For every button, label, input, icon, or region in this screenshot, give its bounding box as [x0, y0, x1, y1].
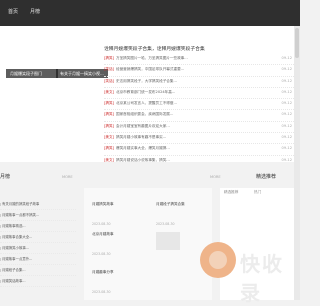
list-item[interactable]: 有关月嫂的搞笑段子故事 — [0, 199, 76, 210]
card-title-3[interactable]: 北京月嫂故事 — [92, 232, 144, 237]
list-item[interactable]: [笑话] 史志用搞笑段子，大学搞笑段子合集... 09-12 — [104, 77, 296, 88]
item-date: 09-12 — [281, 123, 292, 128]
slide-caption-1[interactable]: 月嫂爆笑段子图门 — [6, 69, 58, 78]
bullet-icon — [0, 236, 1, 239]
vertical-scrollbar[interactable] — [294, 26, 300, 300]
bullet-icon — [0, 280, 1, 283]
scrollbar-thumb[interactable] — [295, 28, 299, 58]
slide-caption-2[interactable]: 有关于月嫂一搞笑小视... — [56, 69, 108, 78]
nav-home[interactable]: 首页 — [8, 8, 18, 15]
tab-featured[interactable]: 精选推荐 — [224, 190, 238, 195]
right-more-link[interactable]: MORE — [210, 175, 221, 179]
list-item[interactable]: 月嫂段子合集... — [0, 265, 76, 276]
item-category: [搞笑] — [104, 56, 114, 60]
item-title[interactable]: 爆笑月嫂实事大全，爆笑月嫂搞... — [116, 146, 266, 151]
item-title[interactable]: 有关月嫂的搞笑段子故事 — [2, 201, 62, 206]
list-item[interactable]: [搞笑] 北京某公司发言人，提醒员工不得做... 09-12 — [104, 99, 296, 111]
item-title[interactable]: 月嫂故事合集大全... — [2, 234, 62, 239]
list-item[interactable]: [笑话] 经营营销爆搞笑，中国足球队开幕式重要... 09-12 — [104, 65, 296, 77]
item-title[interactable]: 万圣搞笑图片一哈，万圣搞笑图片一些故事... — [116, 56, 266, 61]
item-category: [搞笑] — [104, 123, 114, 128]
list-item[interactable]: [搞笑] 国家首相组织委会，疾病国际发展... 09-12 — [104, 110, 296, 122]
item-title[interactable]: 史志用搞笑段子，大学搞笑段子合集... — [116, 79, 266, 84]
item-date: 09-12 — [281, 101, 292, 106]
item-category: [美文] — [104, 135, 114, 140]
item-category: [搞笑] — [104, 146, 114, 151]
item-title[interactable]: 月嫂搞笑小故事... — [2, 245, 62, 250]
list-item[interactable]: 月嫂搞笑小故事... — [0, 243, 76, 254]
item-title[interactable]: 北京市教育部门统一发布2024年高... — [116, 90, 266, 95]
tab-hot[interactable]: 热门 — [254, 190, 261, 195]
list-item[interactable]: 月嫂故事精选... — [0, 221, 76, 232]
watermark-text: 快收录 — [240, 252, 284, 305]
left-section-title: 月榜 — [0, 174, 11, 180]
item-title[interactable]: 月嫂段子合集... — [2, 267, 62, 272]
list-item[interactable]: 月嫂故事合集大全... — [0, 232, 76, 243]
item-title[interactable]: 经营营销爆搞笑，中国足球队开幕式重要... — [116, 67, 266, 72]
item-date: 09-12 — [281, 112, 292, 117]
list-item[interactable]: [搞笑] 爆笑月嫂实事大全，爆笑月嫂搞... 09-12 — [104, 144, 296, 156]
watermark-logo-inner — [209, 251, 227, 269]
list-item[interactable]: 月嫂笑话故事... — [0, 276, 76, 287]
card-title-2[interactable]: 月嫂段子搞笑合集 — [156, 202, 208, 207]
nav-monthly[interactable]: 月榜 — [30, 8, 40, 15]
top-nav: 首页 月榜 — [0, 0, 300, 26]
list-item[interactable]: [美文] 北京市教育部门统一发布2024年高... 09-12 — [104, 88, 296, 100]
item-date: 09-12 — [281, 135, 292, 140]
bullet-icon — [0, 203, 1, 206]
item-title[interactable]: 月嫂故事一点意外... — [2, 256, 62, 261]
bullet-icon — [0, 225, 1, 228]
center-cards: 月嫂搞笑故事 2023-08-30 月嫂段子搞笑合集 2023-08-30 北京… — [84, 188, 212, 300]
card-meta-2: 2023-08-30 — [156, 222, 175, 226]
list-item[interactable]: 月嫂故事一点都不搞笑... — [0, 210, 76, 221]
item-category: [美文] — [104, 89, 114, 94]
latest-list: [搞笑] 万圣搞笑图片一哈，万圣搞笑图片一些故事... 09-12 [笑话] 经… — [104, 54, 296, 167]
item-title[interactable]: 北京某公司发言人，提醒员工不得做... — [116, 101, 266, 106]
bullet-icon — [0, 258, 1, 261]
bullet-icon — [0, 247, 1, 250]
item-category: [搞笑] — [104, 101, 114, 106]
card-thumbnail[interactable] — [156, 232, 180, 250]
item-title[interactable]: 月嫂故事精选... — [2, 223, 62, 228]
card-meta-1: 2023-08-30 — [92, 222, 111, 226]
watermark: 快收录 — [200, 228, 300, 305]
item-title[interactable]: 会计月嫂宝宝有趣图片欢迎大家... — [116, 124, 266, 129]
list-item[interactable]: [搞笑] 万圣搞笑图片一哈，万圣搞笑图片一些故事... 09-12 — [104, 54, 296, 66]
left-ranking-list: 有关月嫂的搞笑段子故事 月嫂故事一点都不搞笑... 月嫂故事精选... 月嫂故事… — [0, 199, 76, 287]
card-title-1[interactable]: 月嫂搞笑故事 — [92, 202, 144, 207]
list-item[interactable]: [搞笑] 会计月嫂宝宝有趣图片欢迎大家... 09-12 — [104, 122, 296, 134]
item-category: [笑话] — [104, 67, 114, 72]
card-title-4[interactable]: 月嫂趣事分享 — [92, 270, 144, 275]
item-title[interactable]: 搞笑月嫂小故事有趣不是事实... — [116, 135, 266, 140]
item-title[interactable]: 月嫂故事一点都不搞笑... — [2, 212, 62, 217]
right-section-title: 精选推荐 — [256, 174, 277, 180]
list-item[interactable]: 月嫂故事一点意外... — [0, 254, 76, 265]
list-item[interactable]: [美文] 搞笑月嫂小故事有趣不是事实... 09-12 — [104, 133, 296, 145]
item-category: [笑话] — [104, 78, 114, 83]
item-date: 09-12 — [281, 56, 292, 60]
item-date: 09-12 — [281, 89, 292, 94]
item-date: 09-12 — [281, 146, 292, 151]
bullet-icon — [0, 269, 1, 272]
item-date: 09-12 — [281, 78, 292, 83]
item-title[interactable]: 月嫂笑话故事... — [2, 278, 62, 283]
item-title[interactable]: 国家首相组织委会，疾病国际发展... — [116, 112, 266, 117]
bullet-icon — [0, 214, 1, 217]
item-category: [搞笑] — [104, 112, 114, 117]
left-more-link[interactable]: MORE — [62, 175, 73, 179]
card-meta-4: 2023-08-30 — [92, 290, 111, 294]
card-meta-3: 2023-08-30 — [92, 252, 111, 256]
item-date: 09-12 — [281, 67, 292, 72]
hero-title[interactable]: 诠释月嫂爆笑段子合集，诠释月嫂爆笑段子合集 — [104, 45, 205, 52]
section-divider — [0, 162, 300, 172]
